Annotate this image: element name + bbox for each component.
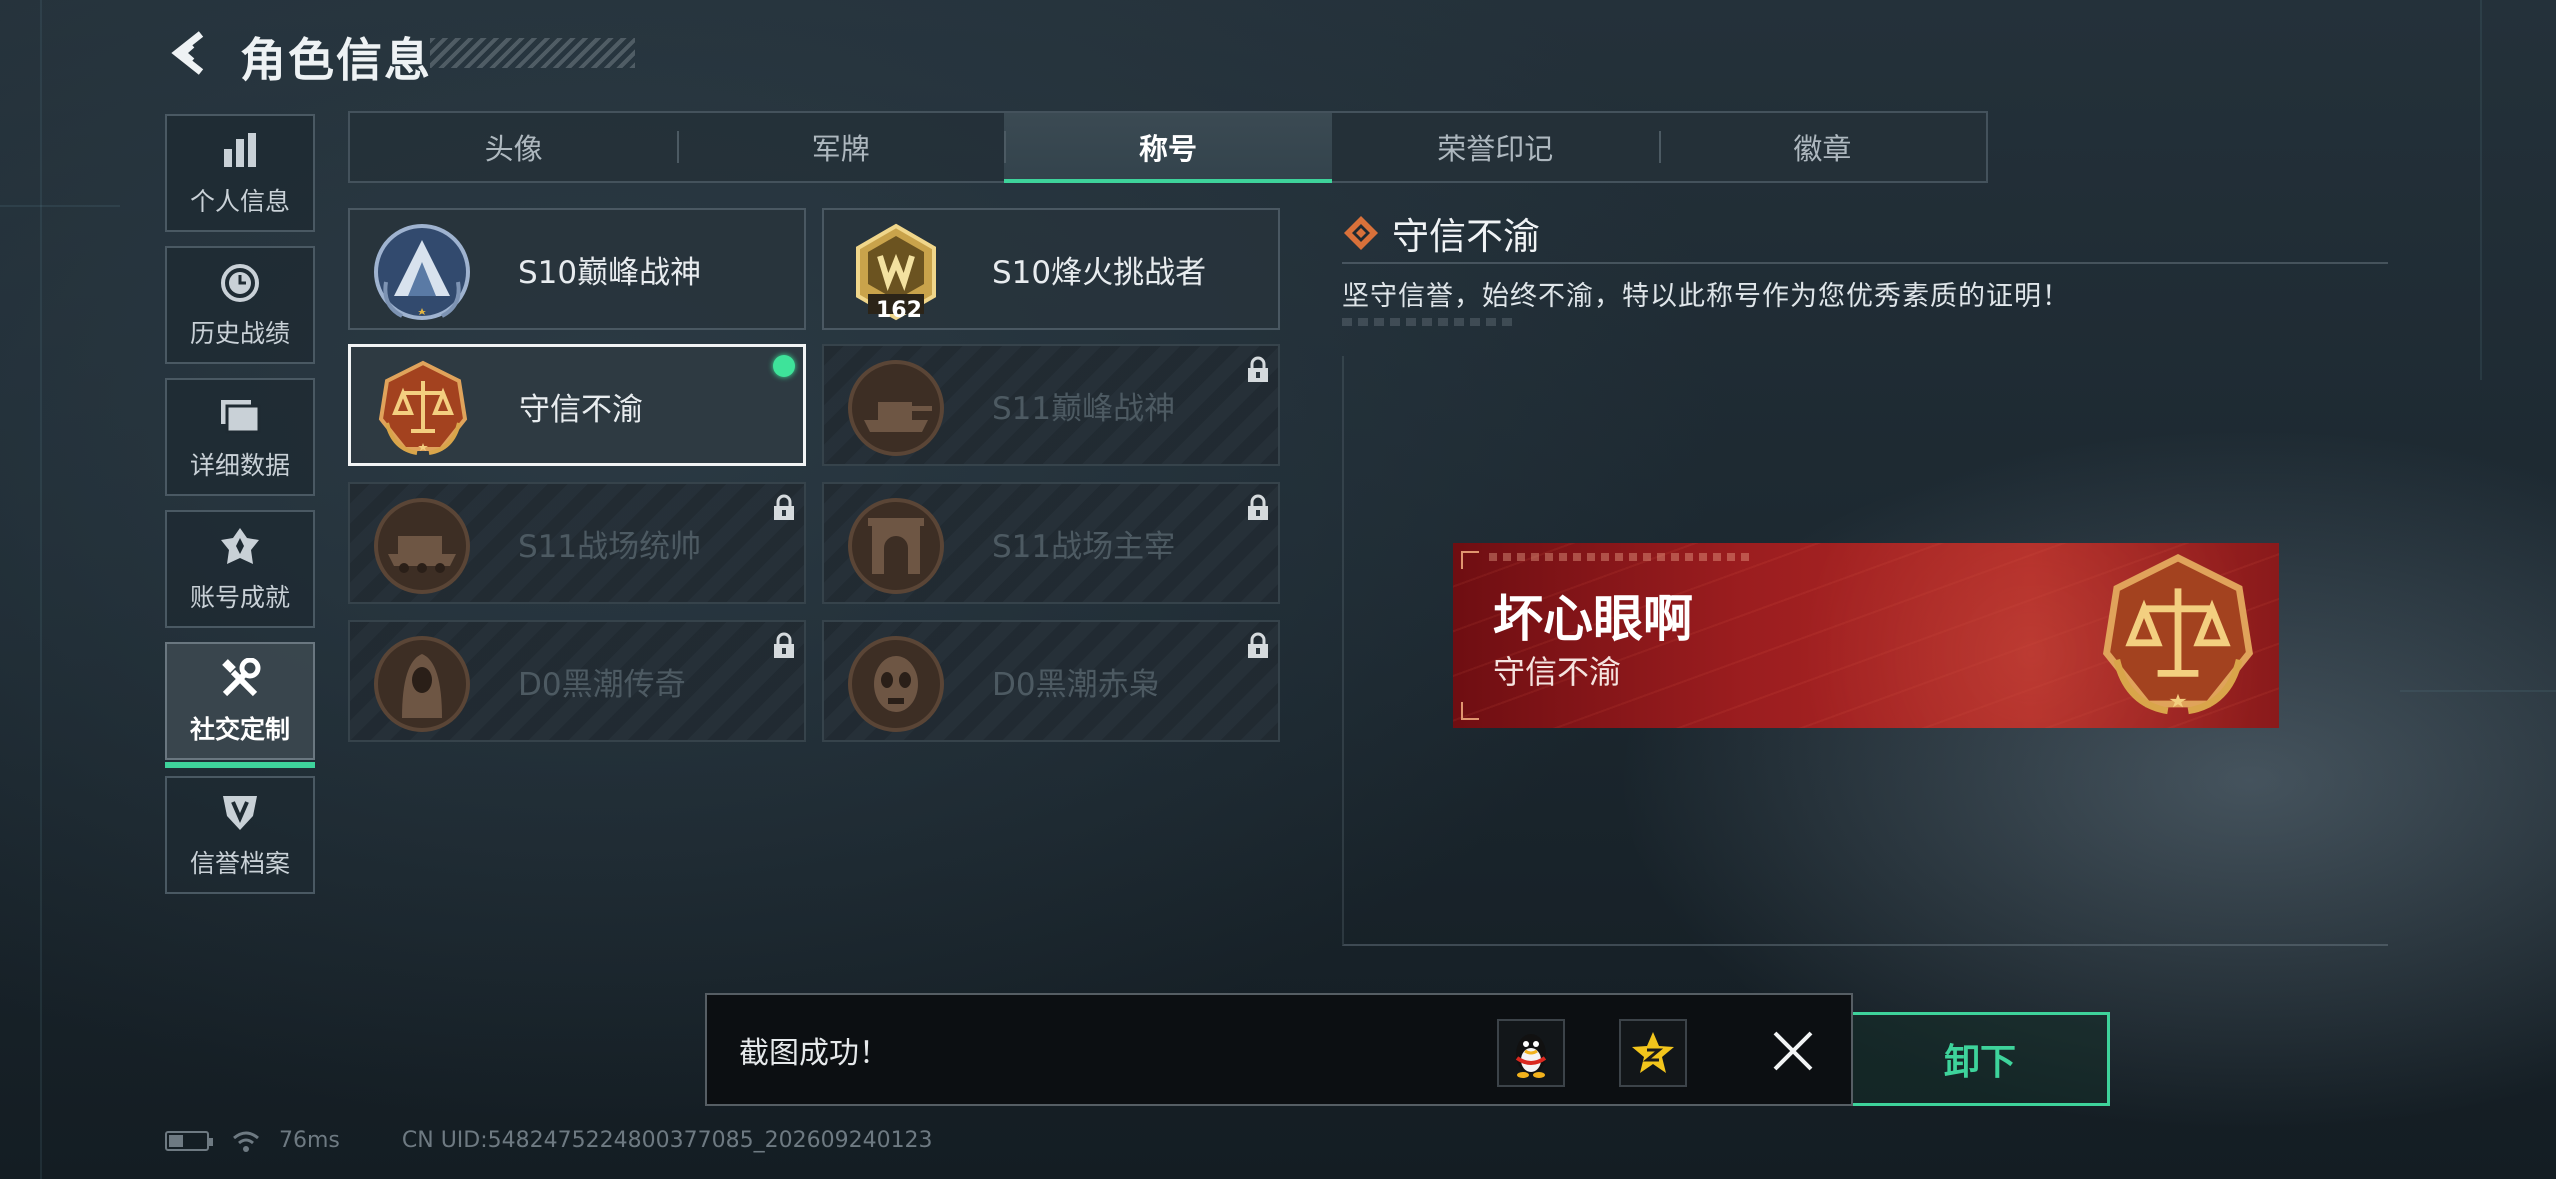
back-arrow-icon xyxy=(171,31,204,75)
banner-title: 守信不渝 xyxy=(1493,653,1622,691)
title-name: 守信不渝 xyxy=(519,391,643,428)
equipped-indicator xyxy=(773,355,795,377)
share-qzone-button[interactable] xyxy=(1619,1019,1687,1087)
share-qq-button[interactable] xyxy=(1497,1019,1565,1087)
bg-grid-line xyxy=(40,0,42,1179)
lock-icon xyxy=(1248,356,1268,382)
title-name: S10巅峰战神 xyxy=(518,254,702,291)
title-card[interactable]: S10巅峰战神 xyxy=(348,208,806,330)
medal-level: 162 xyxy=(876,298,922,323)
tab-honor-mark[interactable]: 荣誉印记 xyxy=(1332,113,1659,181)
faint-caption xyxy=(1342,318,1512,326)
title-card-locked[interactable]: S11巅峰战神 xyxy=(822,344,1280,466)
title-name: S10烽火挑战者 xyxy=(992,254,1207,291)
sidebar-item-personal-info[interactable]: 个人信息 xyxy=(165,114,315,232)
banner-caption xyxy=(1489,553,1749,561)
banner-player-name: 坏心眼啊 xyxy=(1493,590,1693,648)
sidebar-item-social-custom[interactable]: 社交定制 xyxy=(165,642,315,768)
sidebar-item-achievements[interactable]: 账号成就 xyxy=(165,510,315,628)
lock-icon xyxy=(1248,494,1268,520)
skull-mask-medal-icon xyxy=(848,636,944,732)
title-name: D0黑潮赤枭 xyxy=(992,666,1160,703)
title-card-locked[interactable]: D0黑潮赤枭 xyxy=(822,620,1280,742)
divider xyxy=(1342,262,2388,264)
lock-icon xyxy=(1248,632,1268,658)
wifi-icon xyxy=(233,1131,259,1152)
sidebar-item-label: 账号成就 xyxy=(189,583,290,612)
banner-corner xyxy=(1461,702,1479,720)
sidebar-item-reputation[interactable]: 信誉档案 xyxy=(165,776,315,894)
lock-icon xyxy=(774,632,794,658)
sidebar-item-history[interactable]: 历史战绩 xyxy=(165,246,315,364)
status-bar: 76ms CN UID:5482475224800377085_20260924… xyxy=(165,1128,933,1153)
qq-penguin-icon xyxy=(1515,1034,1547,1078)
tools-icon xyxy=(217,656,263,702)
title-card[interactable]: 162 S10烽火挑战者 xyxy=(822,208,1280,330)
sidebar-item-label: 个人信息 xyxy=(189,187,290,216)
tab-title[interactable]: 称号 xyxy=(1004,113,1332,183)
folder-icon xyxy=(217,392,263,438)
s10-peak-medal-icon xyxy=(374,224,470,320)
lock-icon xyxy=(774,494,794,520)
detail-description: 坚守信誉，始终不渝，特以此称号作为您优秀素质的证明！ xyxy=(1342,281,2070,312)
clock-icon xyxy=(217,260,263,306)
title-card-locked[interactable]: S11战场主宰 xyxy=(822,482,1280,604)
battery-icon xyxy=(165,1130,213,1151)
unequip-button-label: 卸下 xyxy=(1943,1042,2016,1083)
title-name: D0黑潮传奇 xyxy=(518,666,686,703)
tab-avatar[interactable]: 头像 xyxy=(350,113,677,181)
title-card-locked[interactable]: S11战场统帅 xyxy=(348,482,806,604)
bg-grid-line xyxy=(2400,690,2556,692)
toast-message: 截图成功！ xyxy=(739,1035,889,1071)
scales-medal-icon xyxy=(2103,553,2253,715)
back-button[interactable] xyxy=(165,28,215,78)
sidebar-item-detailed-data[interactable]: 详细数据 xyxy=(165,378,315,496)
page-title: 角色信息 xyxy=(240,33,432,87)
shield-icon xyxy=(217,790,263,836)
bar-chart-icon xyxy=(217,128,263,174)
screenshot-toast: 截图成功！ xyxy=(705,993,1853,1106)
hooded-figure-medal-icon xyxy=(374,636,470,732)
title-card-locked[interactable]: D0黑潮传奇 xyxy=(348,620,806,742)
bg-grid-line xyxy=(0,205,120,207)
sidebar-item-label: 详细数据 xyxy=(189,451,290,480)
armored-vehicle-medal-icon xyxy=(374,498,470,594)
title-preview-banner: 坏心眼啊 守信不渝 xyxy=(1453,543,2279,728)
diamond-icon xyxy=(1344,216,1378,250)
banner-corner xyxy=(1461,551,1479,569)
sidebar-item-label: 社交定制 xyxy=(189,715,290,744)
title-decoration xyxy=(430,38,635,68)
ping-readout: 76ms xyxy=(279,1128,340,1153)
bg-grid-line xyxy=(2480,0,2482,380)
detail-title: 守信不渝 xyxy=(1392,215,1540,258)
title-name: S11战场主宰 xyxy=(992,528,1176,565)
title-name: S11战场统帅 xyxy=(518,528,702,565)
sidebar-item-label: 信誉档案 xyxy=(189,849,290,878)
trophy-icon xyxy=(217,524,263,570)
sidebar-item-label: 历史战绩 xyxy=(189,319,290,348)
uid-readout: CN UID:5482475224800377085_202609240123 xyxy=(401,1128,933,1153)
close-icon[interactable] xyxy=(1765,1023,1821,1079)
tab-bar: 头像 军牌 称号 荣誉印记 徽章 xyxy=(348,111,1988,183)
arch-medal-icon xyxy=(848,498,944,594)
tab-dog-tag[interactable]: 军牌 xyxy=(677,113,1004,181)
tab-badge[interactable]: 徽章 xyxy=(1658,113,1986,181)
qzone-star-icon xyxy=(1632,1032,1674,1073)
title-name: S11巅峰战神 xyxy=(992,390,1176,427)
scales-medal-icon xyxy=(378,360,468,455)
title-card-selected[interactable]: 守信不渝 xyxy=(348,344,806,466)
tank-medal-icon xyxy=(848,360,944,456)
